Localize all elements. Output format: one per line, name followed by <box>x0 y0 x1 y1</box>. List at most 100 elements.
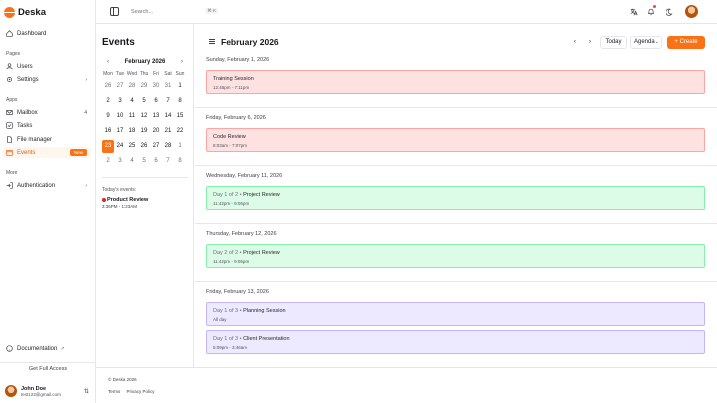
calendar-day[interactable]: 11 <box>126 109 138 124</box>
sidebar-item-users[interactable]: Users <box>3 61 91 72</box>
calendar-day[interactable]: 12 <box>138 109 150 124</box>
event-card[interactable]: Code Review 8:03am - 7:07pm <box>206 128 705 152</box>
divider <box>195 281 717 282</box>
calendar-day[interactable]: 28 <box>162 139 174 154</box>
calendar-day[interactable]: 8 <box>174 154 186 169</box>
calendar-day[interactable]: 29 <box>138 79 150 94</box>
event-time: 5:09pm - 3:46am <box>213 345 248 350</box>
event-card[interactable]: Day 1 of 3 • Client Presentation 5:09pm … <box>206 330 705 354</box>
sidebar-item-settings[interactable]: Settings › <box>3 74 91 85</box>
calendar-day[interactable]: 18 <box>126 124 138 139</box>
calendar-day[interactable]: 31 <box>162 79 174 94</box>
section-label-more: More <box>6 170 18 176</box>
calendar-day[interactable]: 5 <box>138 94 150 109</box>
documentation-label: Documentation <box>17 345 58 352</box>
calendar-day[interactable]: 9 <box>102 109 114 124</box>
view-select[interactable]: Agenda ⌄ <box>630 36 662 49</box>
sidebar-item-tasks[interactable]: Tasks <box>3 120 91 131</box>
calendar-day[interactable]: 7 <box>162 154 174 169</box>
next-month-button[interactable]: › <box>585 37 595 47</box>
calendar-day[interactable]: 7 <box>162 94 174 109</box>
get-full-access-link[interactable]: Get Full Access <box>0 366 96 372</box>
event-dot-icon <box>102 198 106 202</box>
divider <box>195 223 717 224</box>
calendar-day[interactable]: 10 <box>114 109 126 124</box>
event-card[interactable]: Day 1 of 2 • Project Review 11:42pm - 9:… <box>206 186 705 210</box>
mini-prev-month-icon[interactable]: ‹ <box>107 59 109 65</box>
sidebar-toggle-icon[interactable] <box>110 7 119 16</box>
calendar-day[interactable]: 3 <box>114 94 126 109</box>
calendar-day[interactable]: 26 <box>138 139 150 154</box>
bell-icon[interactable] <box>646 5 656 16</box>
calendar-day[interactable]: 1 <box>174 79 186 94</box>
top-header: Search... ⌘ K <box>96 0 717 24</box>
calendar-icon <box>6 149 13 156</box>
calendar-day[interactable]: 1 <box>174 139 186 154</box>
calendar-day[interactable]: 6 <box>150 94 162 109</box>
event-time: 8:03am - 7:07pm <box>213 143 248 148</box>
chevron-right-icon: › <box>85 182 87 189</box>
terms-link[interactable]: Terms <box>108 389 120 394</box>
calendar-day[interactable]: 28 <box>126 79 138 94</box>
external-link-icon: ↗ <box>60 345 65 352</box>
calendar-day[interactable]: 5 <box>138 154 150 169</box>
user-profile[interactable]: John Doe test123@gmail.com ⇅ <box>5 383 91 399</box>
sidebar-item-authentication[interactable]: Authentication › <box>3 180 91 191</box>
today-button[interactable]: Today <box>600 36 627 49</box>
privacy-link[interactable]: Privacy Policy <box>127 389 155 394</box>
switch-account-icon[interactable]: ⇅ <box>84 388 89 395</box>
event-card[interactable]: Training Session 12:45pm - 7:11pm <box>206 70 705 94</box>
calendar-day[interactable]: 19 <box>138 124 150 139</box>
calendar-day[interactable]: 25 <box>126 139 138 154</box>
search-input[interactable]: Search... ⌘ K <box>126 5 221 18</box>
sidebar-item-file-manager[interactable]: File manager <box>3 134 91 145</box>
agenda-day: Friday, February 13, 2026 Day 1 of 3 • P… <box>206 289 705 354</box>
calendar-day[interactable]: 6 <box>150 154 162 169</box>
sidebar-item-dashboard[interactable]: Dashboard <box>3 28 91 39</box>
calendar-day[interactable]: 20 <box>150 124 162 139</box>
calendar-day[interactable]: 30 <box>150 79 162 94</box>
brand[interactable]: Deska <box>4 5 46 19</box>
event-card[interactable]: Day 2 of 2 • Project Review 11:42pm - 9:… <box>206 244 705 268</box>
chevron-right-icon: › <box>85 76 87 83</box>
calendar-day[interactable]: 27 <box>114 79 126 94</box>
calendar-day[interactable]: 21 <box>162 124 174 139</box>
menu-icon[interactable] <box>209 39 215 44</box>
calendar-day[interactable]: 2 <box>102 154 114 169</box>
translate-icon[interactable] <box>629 7 638 16</box>
home-icon <box>6 30 13 37</box>
calendar-day[interactable]: 2 <box>102 94 114 109</box>
event-title: Day 1 of 2 • Project Review <box>213 192 280 198</box>
create-button[interactable]: + Create <box>667 36 705 49</box>
brand-name: Deska <box>18 6 46 18</box>
calendar-day[interactable]: 16 <box>102 124 114 139</box>
mini-calendar-header: ‹ February 2026 › <box>102 57 188 66</box>
weekday-label: Mon <box>103 71 113 77</box>
event-card[interactable]: Day 1 of 3 • Planning Session All day <box>206 302 705 326</box>
documentation-link[interactable]: Documentation ↗ <box>3 343 91 354</box>
sidebar-item-mailbox[interactable]: Mailbox 4 <box>3 107 91 118</box>
calendar-day-today[interactable]: 23 <box>102 140 114 153</box>
calendar-day[interactable]: 15 <box>174 109 186 124</box>
header-avatar[interactable] <box>685 5 698 18</box>
calendar-day[interactable]: 13 <box>150 109 162 124</box>
mini-next-month-icon[interactable]: › <box>181 59 183 65</box>
sidebar-item-label: Tasks <box>17 122 33 129</box>
weekday-label: Fri <box>153 71 159 77</box>
calendar-day[interactable]: 27 <box>150 139 162 154</box>
calendar-day[interactable]: 4 <box>126 94 138 109</box>
calendar-day[interactable]: 14 <box>162 109 174 124</box>
calendar-day[interactable]: 17 <box>114 124 126 139</box>
moon-icon[interactable] <box>665 7 674 16</box>
gear-icon <box>6 76 13 83</box>
calendar-day[interactable]: 22 <box>174 124 186 139</box>
calendar-day[interactable]: 24 <box>114 139 126 154</box>
sidebar-item-events[interactable]: Events New <box>3 147 91 158</box>
calendar-day[interactable]: 4 <box>126 154 138 169</box>
calendar-day[interactable]: 3 <box>114 154 126 169</box>
event-title: Day 2 of 2 • Project Review <box>213 250 280 256</box>
prev-month-button[interactable]: ‹ <box>570 37 580 47</box>
calendar-day[interactable]: 8 <box>174 94 186 109</box>
todays-event-item[interactable]: Product Review 3:36PM - 1:23AM <box>102 197 148 209</box>
calendar-day[interactable]: 26 <box>102 79 114 94</box>
